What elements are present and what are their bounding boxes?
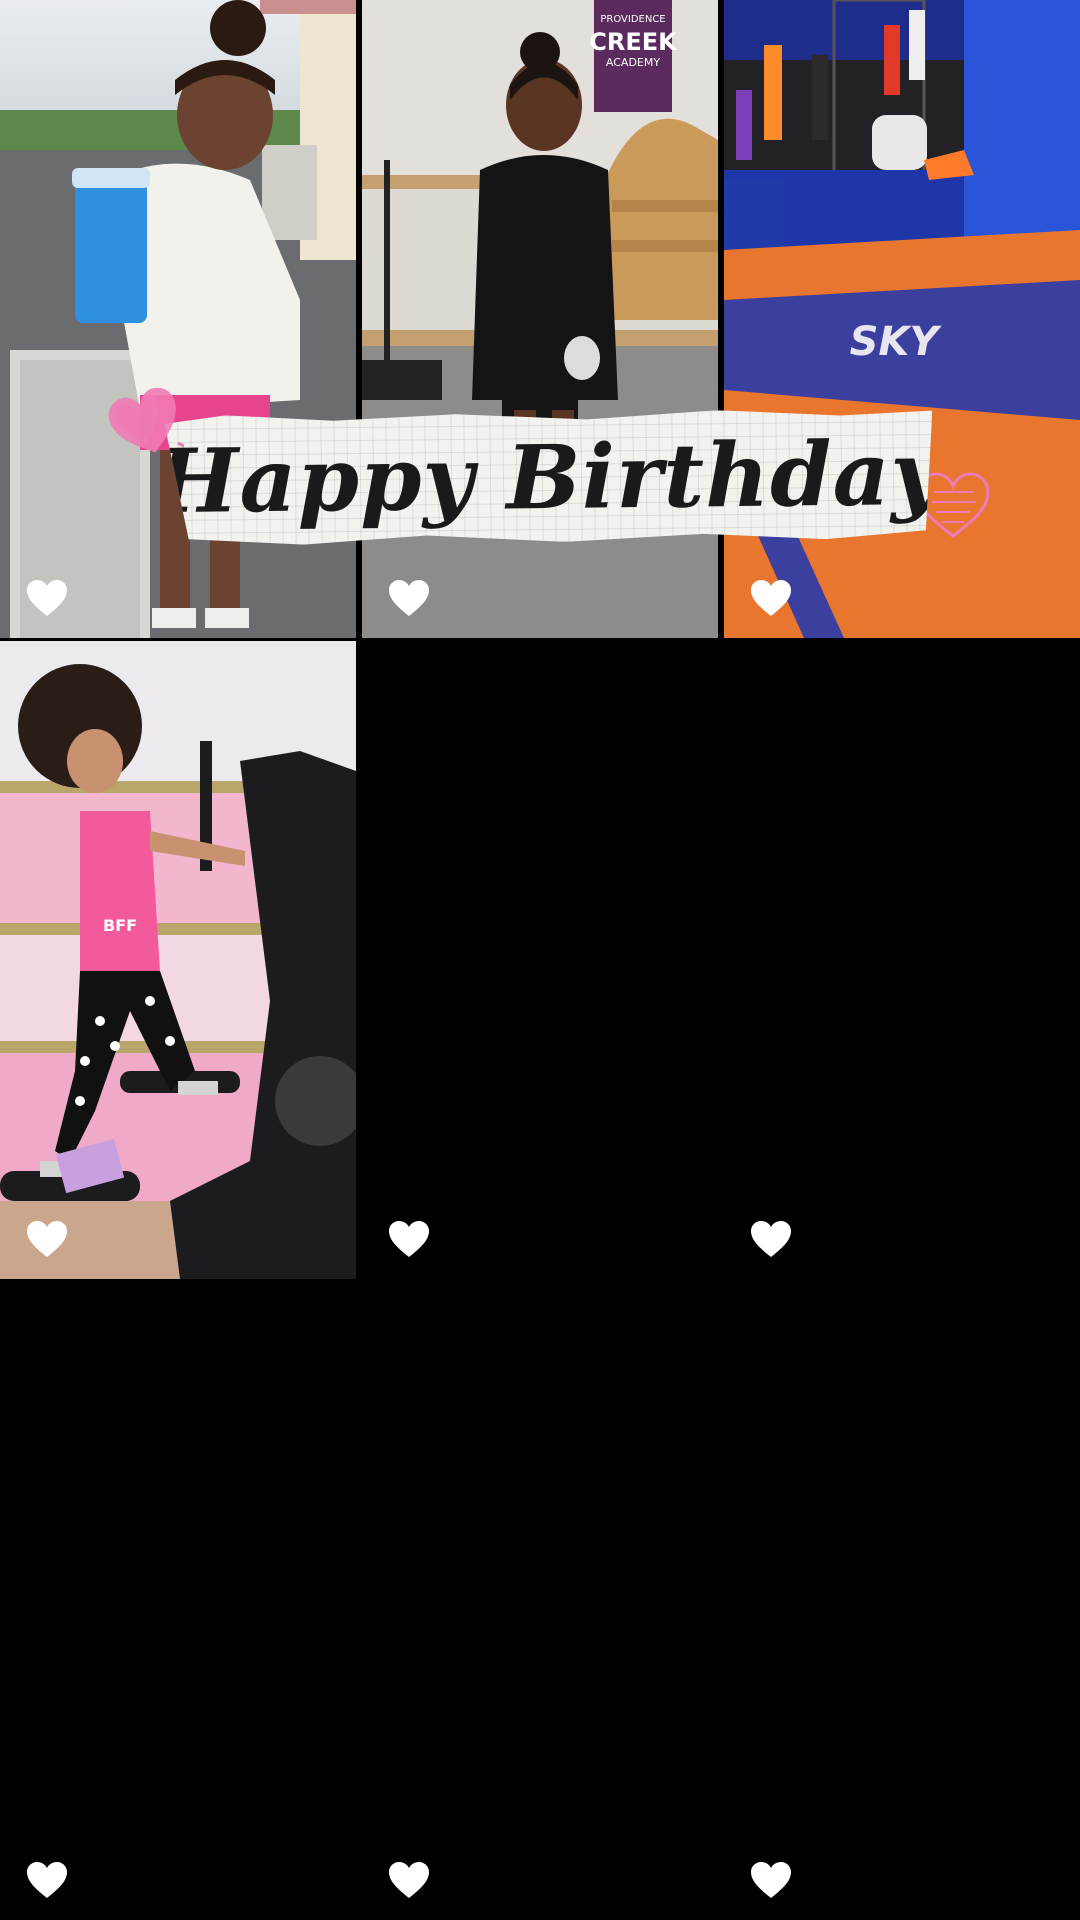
heart-icon[interactable] — [387, 1860, 431, 1900]
banner-text: Happy Birthday — [154, 420, 944, 534]
heart-icon[interactable] — [25, 578, 69, 618]
empty-tile-7[interactable] — [0, 1282, 356, 1920]
academy-sign-line-1: PROVIDENCE — [600, 14, 665, 25]
trampoline-mat-text: SKY — [850, 319, 943, 365]
empty-tile-9[interactable] — [724, 1282, 1080, 1920]
heart-icon[interactable] — [25, 1219, 69, 1259]
heart-icon[interactable] — [387, 1219, 431, 1259]
photo-tile-3[interactable]: SKY — [724, 0, 1080, 638]
empty-tile-8[interactable] — [362, 1282, 718, 1920]
heart-icon[interactable] — [749, 1860, 793, 1900]
shirt-text: BFF — [103, 916, 137, 935]
photo-tile-4[interactable]: BFF — [0, 641, 356, 1279]
heart-icon[interactable] — [25, 1860, 69, 1900]
empty-tile-6[interactable] — [724, 641, 1080, 1279]
doodle-heart-icon — [108, 388, 184, 453]
heart-icon[interactable] — [749, 578, 793, 618]
photo-girl-elliptical: BFF — [0, 641, 356, 1279]
photo-girl-academy: PROVIDENCE CREEK ACADEMY — [362, 0, 718, 638]
media-grid: PROVIDENCE CREEK ACADEMY SKY BFF — [0, 0, 1080, 1920]
heart-icon[interactable] — [387, 578, 431, 618]
heart-icon[interactable] — [749, 1219, 793, 1259]
academy-sign-line-2: CREEK — [589, 28, 678, 56]
photo-tile-2[interactable]: PROVIDENCE CREEK ACADEMY — [362, 0, 718, 638]
academy-sign-line-3: ACADEMY — [606, 56, 660, 69]
empty-tile-5[interactable] — [362, 641, 718, 1279]
happy-birthday-banner: Happy Birthday — [164, 408, 933, 546]
photo-trampoline-park: SKY — [724, 0, 1080, 638]
